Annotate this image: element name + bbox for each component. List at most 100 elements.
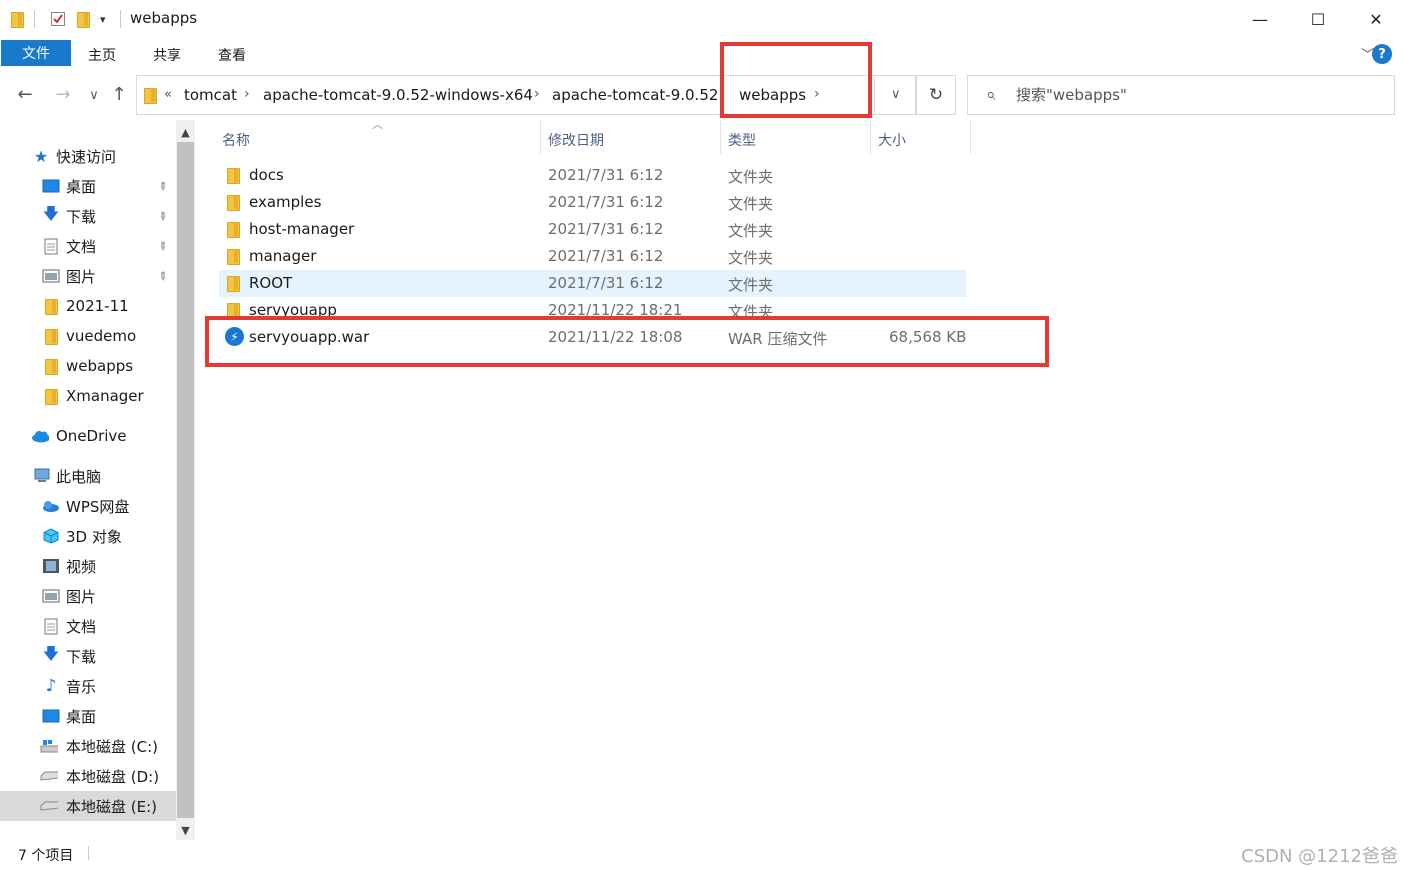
nav-3d-objects[interactable]: 3D 对象 [0,521,176,551]
file-type: 文件夹 [728,222,774,240]
close-button[interactable]: ✕ [1347,0,1405,38]
pin-icon: ✎ [154,208,171,224]
breadcrumb-overflow[interactable]: « [164,87,172,102]
nav-drive-e[interactable]: 本地磁盘 (E:) [0,791,176,821]
tab-view[interactable]: 查看 [218,45,246,65]
breadcrumb-separator[interactable]: › [534,86,540,102]
maximize-button[interactable]: ☐ [1289,0,1347,38]
nav-documents[interactable]: 文档 ✎ [0,231,176,261]
windows-drive-icon [40,737,58,755]
tab-share[interactable]: 共享 [153,45,181,65]
column-header-name[interactable]: 名称 [222,126,250,154]
window-title: webapps [130,9,198,27]
nav-folder-2021-11[interactable]: 2021-11 [0,291,176,321]
forward-button[interactable]: → [52,84,74,105]
nav-label: webapps [66,357,134,375]
computer-icon [33,467,51,485]
search-box[interactable]: ⌕ [967,75,1395,115]
nav-pc-pictures[interactable]: 图片 [0,581,176,611]
column-divider[interactable] [540,120,541,154]
nav-label: 2021-11 [66,297,129,315]
folder-icon [226,194,240,211]
highlight-box [720,42,872,118]
file-row-servyouapp[interactable]: servyouapp 2021/11/22 18:21 文件夹 [219,297,966,316]
nav-label: OneDrive [56,427,127,445]
folder-icon [226,302,240,316]
nav-wps-drive[interactable]: WPS网盘 [0,491,176,521]
star-icon: ★ [33,146,49,166]
divider [88,846,89,860]
nav-drive-d[interactable]: 本地磁盘 (D:) [0,761,176,791]
scroll-down-icon[interactable]: ▼ [176,820,195,840]
nav-label: 本地磁盘 (C:) [66,737,158,756]
back-button[interactable]: ← [14,84,36,105]
file-row-examples[interactable]: examples 2021/7/31 6:12 文件夹 [219,189,966,216]
file-type: 文件夹 [728,249,774,267]
help-icon[interactable]: ? [1372,44,1392,64]
nav-folder-xmanager[interactable]: Xmanager [0,381,176,411]
column-header-type[interactable]: 类型 [728,126,756,154]
column-divider[interactable] [970,120,971,154]
search-input[interactable] [1016,84,1376,106]
nav-label: 图片 [66,267,97,286]
nav-label: 快速访问 [56,147,117,166]
nav-downloads[interactable]: 🡇 下载 ✎ [0,201,176,231]
refresh-button[interactable]: ↻ [916,75,956,115]
properties-icon[interactable] [50,10,66,28]
column-divider[interactable] [870,120,871,154]
nav-label: 桌面 [66,177,97,196]
nav-onedrive[interactable]: OneDrive [0,421,176,451]
minimize-button[interactable]: — [1231,0,1289,38]
nav-folder-webapps[interactable]: webapps [0,351,176,381]
file-row-root[interactable]: ROOT 2021/7/31 6:12 文件夹 [219,270,966,297]
breadcrumb-separator[interactable]: › [244,86,250,102]
music-note-icon: ♪ [45,676,57,696]
nav-scrollbar[interactable]: ▲ ▼ [176,120,195,840]
file-date: 2021/7/31 6:12 [548,274,664,292]
nav-label: vuedemo [66,327,137,345]
file-name: ROOT [249,274,293,292]
file-date: 2021/7/31 6:12 [548,193,664,211]
file-row-manager[interactable]: manager 2021/7/31 6:12 文件夹 [219,243,966,270]
ribbon: 文件 主页 共享 查看 ﹀ ? [0,38,1408,68]
breadcrumb-tomcat[interactable]: tomcat [184,86,237,104]
nav-drive-c[interactable]: 本地磁盘 (C:) [0,731,176,761]
file-type: 文件夹 [728,303,774,316]
nav-desktop[interactable]: 桌面 ✎ [0,171,176,201]
nav-pictures[interactable]: 图片 ✎ [0,261,176,291]
nav-pc-downloads[interactable]: 🡇 下载 [0,641,176,671]
watermark: CSDN @1212爸爸 [1241,846,1398,867]
breadcrumb-tomcat-9[interactable]: apache-tomcat-9.0.52 [552,86,718,104]
nav-pc-documents[interactable]: 文档 [0,611,176,641]
title-bar: ▾ webapps — ☐ ✕ [0,0,1408,38]
tab-home[interactable]: 主页 [88,45,116,65]
new-folder-icon[interactable] [76,10,90,28]
desktop-icon [42,177,60,195]
column-header-date[interactable]: 修改日期 [548,126,604,154]
customize-toolbar-icon[interactable]: ▾ [100,10,106,28]
nav-videos[interactable]: 视频 [0,551,176,581]
file-date: 2021/7/31 6:12 [548,220,664,238]
nav-folder-vuedemo[interactable]: vuedemo [0,321,176,351]
address-dropdown-button[interactable]: ∨ [891,87,901,102]
scroll-thumb[interactable] [177,142,194,818]
drive-icon [40,767,58,785]
nav-label: 视频 [66,557,97,576]
up-button[interactable]: ↑ [108,84,130,105]
divider [120,10,121,28]
column-header-size[interactable]: 大小 [878,126,906,154]
nav-this-pc[interactable]: 此电脑 [0,461,176,491]
nav-quick-access[interactable]: ★ 快速访问 [0,141,176,171]
recent-locations-button[interactable]: ∨ [83,88,105,103]
nav-label: 桌面 [66,707,97,726]
file-row-host-manager[interactable]: host-manager 2021/7/31 6:12 文件夹 [219,216,966,243]
nav-pc-desktop[interactable]: 桌面 [0,701,176,731]
breadcrumb-tomcat-x64[interactable]: apache-tomcat-9.0.52-windows-x64 [263,86,533,104]
file-row-docs[interactable]: docs 2021/7/31 6:12 文件夹 [219,162,966,189]
folder-icon [10,10,24,28]
scroll-up-icon[interactable]: ▲ [176,122,195,142]
column-divider[interactable] [720,120,721,154]
tab-file[interactable]: 文件 [1,40,71,66]
nav-label: 图片 [66,587,97,606]
nav-music[interactable]: ♪ 音乐 [0,671,176,701]
